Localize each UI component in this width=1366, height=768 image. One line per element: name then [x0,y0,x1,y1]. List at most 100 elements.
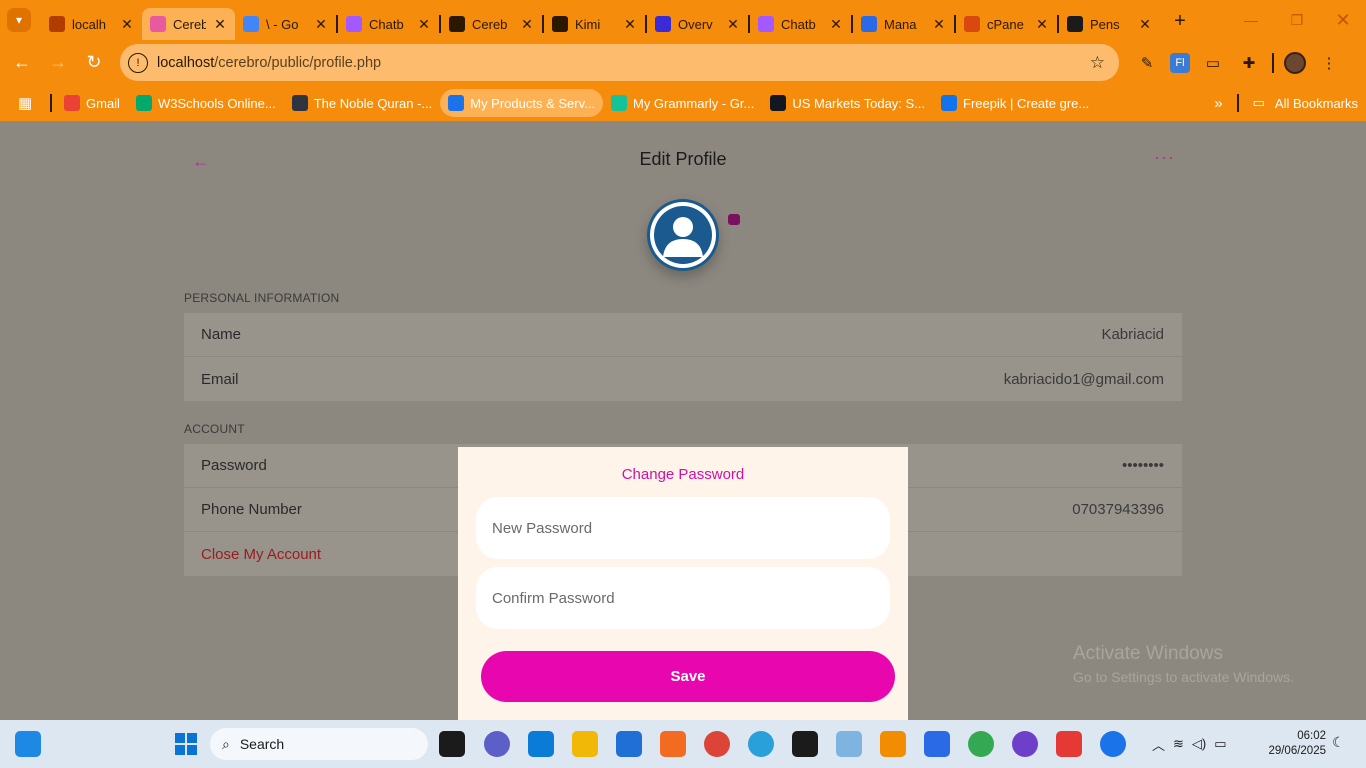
tab-close-icon[interactable]: ✕ [1035,16,1049,33]
github-desktop-icon[interactable] [1012,731,1038,757]
new-password-input[interactable] [476,497,890,559]
browser-tab[interactable]: Mana ✕ [853,8,954,40]
bookmarks-divider-right [1236,94,1239,112]
new-tab-button[interactable]: + [1168,10,1192,34]
bookmark-item[interactable]: The Noble Quran -... [284,89,441,117]
browser-tab[interactable]: \ - Go ✕ [235,8,336,40]
change-password-modal: Change Password Save [458,447,908,720]
site-info-icon[interactable]: ! [128,52,148,73]
bookmark-star-icon[interactable]: ☆ [1090,53,1105,73]
widgets-icon[interactable] [15,731,41,757]
bookmark-favicon-icon [64,95,80,111]
fi-extension-icon[interactable]: Fl [1170,52,1190,73]
bookmark-item[interactable]: W3Schools Online... [128,89,284,117]
bookmark-item[interactable]: US Markets Today: S... [762,89,933,117]
tab-favicon-icon [49,16,65,32]
tab-title: Overv [678,16,713,32]
bookmark-item[interactable]: Gmail [56,89,128,117]
extensions-puzzle-icon[interactable]: ✚ [1236,50,1262,76]
tab-close-icon[interactable]: ✕ [1138,16,1152,33]
more-bookmarks-chevron-icon[interactable]: » [1214,95,1222,112]
xampp-icon[interactable] [660,731,686,757]
all-bookmarks-link[interactable]: All Bookmarks [1275,96,1358,111]
minimize-icon[interactable]: — [1228,0,1274,40]
vlc-icon[interactable] [880,731,906,757]
apps-grid-icon[interactable]: ▦ [18,94,36,112]
store-icon[interactable] [616,731,642,757]
address-bar[interactable]: ! localhost/cerebro/public/profile.php ☆ [120,44,1119,81]
email-row[interactable]: Email kabriacido1@gmail.com [184,357,1182,401]
task-view-icon[interactable] [439,731,465,757]
close-account-link[interactable]: Close My Account [201,546,321,563]
name-row[interactable]: Name Kabriacid [184,313,1182,357]
tab-search-chevron-icon[interactable]: ▾ [7,8,31,32]
account-section-label: ACCOUNT [184,422,245,436]
name-label: Name [201,326,242,343]
profile-avatar[interactable] [1284,51,1306,74]
reload-button[interactable]: ↻ [76,45,112,81]
browser-tab[interactable]: Kimi ✕ [544,8,645,40]
tab-close-icon[interactable]: ✕ [726,16,740,33]
browser-tab[interactable]: Cereb ✕ [441,8,542,40]
forward-button[interactable]: → [40,45,76,81]
tray-overflow-chevron-icon[interactable]: ︿ [1152,735,1165,754]
teams-chat-icon[interactable] [484,731,510,757]
bookmark-item[interactable]: My Grammarly - Gr... [603,89,762,117]
snipping-tool-icon[interactable] [924,731,950,757]
browser-toolbar: ← → ↻ ! localhost/cerebro/public/profile… [0,40,1366,85]
tab-close-icon[interactable]: ✕ [120,16,134,33]
eyedropper-extension-icon[interactable]: ✎ [1134,50,1160,76]
more-options-icon[interactable]: ··· [1154,147,1175,168]
chrome-icon[interactable] [704,731,730,757]
tab-close-icon[interactable]: ✕ [623,16,637,33]
telegram-icon[interactable] [748,731,774,757]
tab-close-icon[interactable]: ✕ [829,16,843,33]
volume-icon[interactable]: ◁) [1192,736,1206,752]
chrome-canary-icon[interactable] [1100,731,1126,757]
battery-icon[interactable]: ▭ [1214,736,1226,752]
tab-close-icon[interactable]: ✕ [213,16,227,33]
tab-close-icon[interactable]: ✕ [932,16,946,33]
chrome-profile-icon[interactable] [968,731,994,757]
cast-icon[interactable]: ▭ [1200,50,1226,76]
extensions-area: ✎ Fl ▭ ✚ ⋮ [1134,40,1342,85]
close-window-icon[interactable]: ✕ [1320,0,1366,40]
search-label: Search [239,736,285,752]
tab-title: cPane [987,16,1024,32]
back-button[interactable]: ← [4,45,40,81]
camera-icon[interactable] [728,214,740,225]
bookmark-item[interactable]: Freepik | Create gre... [933,89,1097,117]
restore-icon[interactable]: ❐ [1274,0,1320,40]
profile-avatar-large[interactable] [647,199,719,271]
bookmark-favicon-icon [770,95,787,111]
browser-tab[interactable]: Cereb ✕ [142,8,235,40]
browser-tab[interactable]: cPane ✕ [956,8,1057,40]
wps-office-icon[interactable] [1056,731,1082,757]
browser-tab[interactable]: Chatb ✕ [750,8,851,40]
tab-close-icon[interactable]: ✕ [417,16,431,33]
tab-title: Pens [1090,16,1120,32]
browser-tab[interactable]: Pens ✕ [1059,8,1160,40]
browser-tab[interactable]: Overv ✕ [647,8,748,40]
notification-moon-icon[interactable]: ☾ [1332,734,1345,751]
browser-tab[interactable]: Chatb ✕ [338,8,439,40]
file-explorer-icon[interactable] [572,731,598,757]
sourcetree-icon[interactable] [836,731,862,757]
inkscape-icon[interactable] [792,731,818,757]
wifi-icon[interactable]: ≋ [1173,736,1184,752]
browser-menu-icon[interactable]: ⋮ [1316,50,1342,76]
bookmark-favicon-icon [448,95,465,111]
save-button[interactable]: Save [481,651,895,702]
taskbar-search[interactable]: ⌕ Search [210,728,428,760]
confirm-password-input[interactable] [476,567,890,629]
url-text[interactable]: localhost/cerebro/public/profile.php [157,55,1090,71]
bookmark-item[interactable]: My Products & Serv... [440,89,603,117]
tab-close-icon[interactable]: ✕ [520,16,534,33]
tab-close-icon[interactable]: ✕ [314,16,328,33]
vscode-icon[interactable] [528,731,554,757]
taskbar-clock[interactable]: 06:02 29/06/2025 [1256,729,1326,759]
folder-icon: ▭ [1252,95,1265,110]
browser-tab[interactable]: localh ✕ [41,8,142,40]
start-windows-icon[interactable] [173,731,199,757]
tab-favicon-icon [346,16,362,32]
